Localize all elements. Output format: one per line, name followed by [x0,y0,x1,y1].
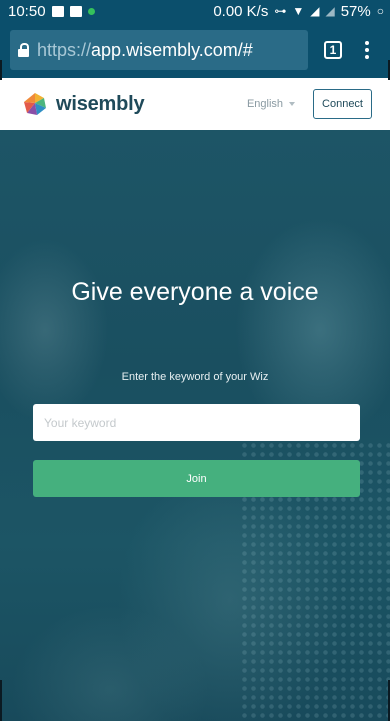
chevron-down-icon [289,102,296,106]
tab-count: 1 [329,43,337,57]
status-left: 10:50 [8,3,95,20]
menu-dot [365,41,369,45]
flipboard-notification-icon [51,5,64,17]
lock-icon [18,43,29,57]
hero-title: Give everyone a voice [71,278,319,306]
url-scheme: https:// [37,39,92,60]
browser-toolbar: https://app.wisembly.com/# 1 [0,22,390,78]
keyword-input[interactable] [33,404,360,441]
language-select[interactable]: English [246,98,296,110]
frame-edge-left-bottom [0,680,2,721]
network-speed: 0.00 K/s [213,2,269,20]
wifi-icon: ▼ [292,4,305,18]
url-host: app.wisembly.com/# [91,39,253,60]
logo-text: wisembly [56,92,145,115]
no-signal-icon: ◢ [325,4,335,18]
browser-menu-icon[interactable] [362,41,372,59]
connect-label: Connect [322,98,363,110]
battery-percentage: 57% [340,2,371,20]
join-label: Join [186,472,207,485]
hero-section: Give everyone a voice Enter the keyword … [0,130,390,721]
frame-edge-left [0,60,2,80]
url-field[interactable]: https://app.wisembly.com/# [10,30,308,70]
screen: 10:50 0.00 K/s ⊶ ▼ ◢ ◢ 57% ○ https://app… [0,0,390,721]
join-button[interactable]: Join [33,460,360,497]
menu-dot [365,48,369,52]
keyword-prompt: Enter the keyword of your Wiz [121,371,269,383]
battery-icon: ○ [376,4,384,18]
status-bar: 10:50 0.00 K/s ⊶ ▼ ◢ ◢ 57% ○ [0,0,390,22]
status-time: 10:50 [8,2,46,20]
menu-dot [365,55,369,59]
signal-icon: ◢ [310,4,320,18]
mail-notification-icon [69,5,82,17]
language-label: English [246,98,284,110]
app-header: wisembly English Connect [0,78,390,130]
wisembly-logo[interactable]: wisembly [22,91,145,117]
vpn-key-icon: ⊶ [274,4,287,18]
tabs-button[interactable]: 1 [324,41,342,59]
connect-button[interactable]: Connect [313,89,372,119]
wisembly-logo-icon [24,93,46,115]
status-right: 0.00 K/s ⊶ ▼ ◢ ◢ 57% ○ [213,3,384,20]
app-notification-icon [87,7,95,15]
